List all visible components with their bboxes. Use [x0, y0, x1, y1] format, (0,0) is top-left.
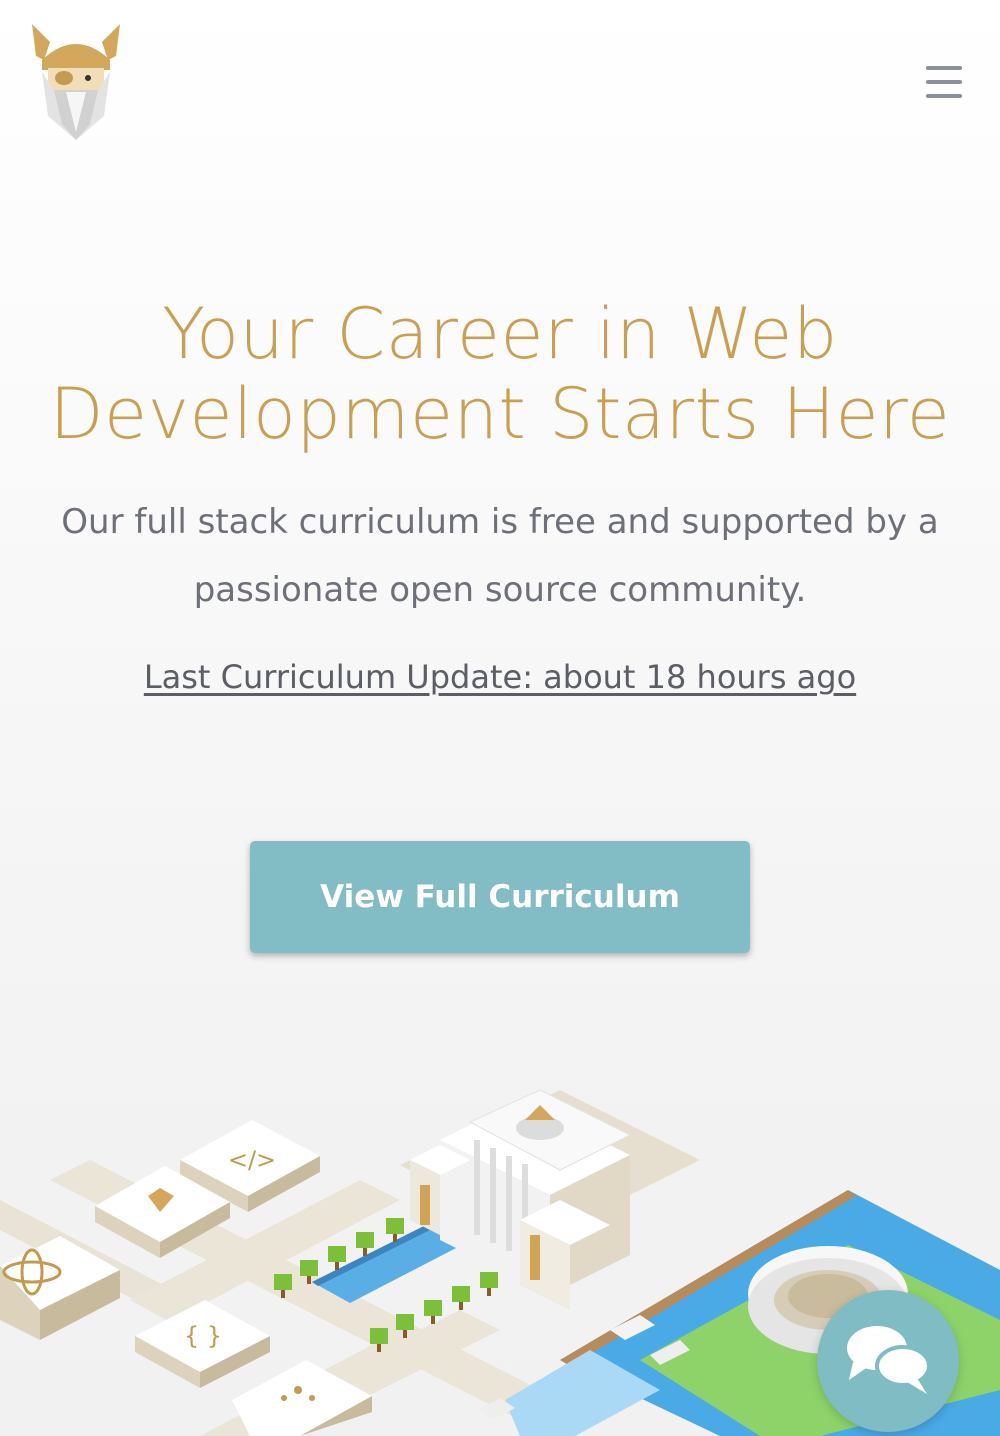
page-title-line-2: Development Starts Here: [49, 373, 951, 455]
hero-subtitle: Our full stack curriculum is free and su…: [40, 488, 960, 624]
chat-button[interactable]: [817, 1290, 959, 1432]
chat-bubbles-icon: [847, 1326, 931, 1394]
page-title-line-1: Your Career in Web: [162, 293, 838, 375]
view-curriculum-button[interactable]: View Full Curriculum: [250, 841, 750, 953]
hero-subtitle-line-1: Our full stack curriculum is free and su…: [61, 502, 939, 542]
code-tag-text: </>: [228, 1146, 276, 1174]
hamburger-menu-icon[interactable]: [922, 62, 966, 102]
curriculum-update-link[interactable]: Last Curriculum Update: about 18 hours a…: [40, 656, 960, 698]
page-title: Your Career in Web Development Starts He…: [40, 294, 960, 454]
viking-logo-icon[interactable]: [28, 20, 124, 144]
svg-text:{ }: { }: [184, 1322, 222, 1350]
hero-subtitle-line-2: passionate open source community.: [193, 570, 807, 610]
